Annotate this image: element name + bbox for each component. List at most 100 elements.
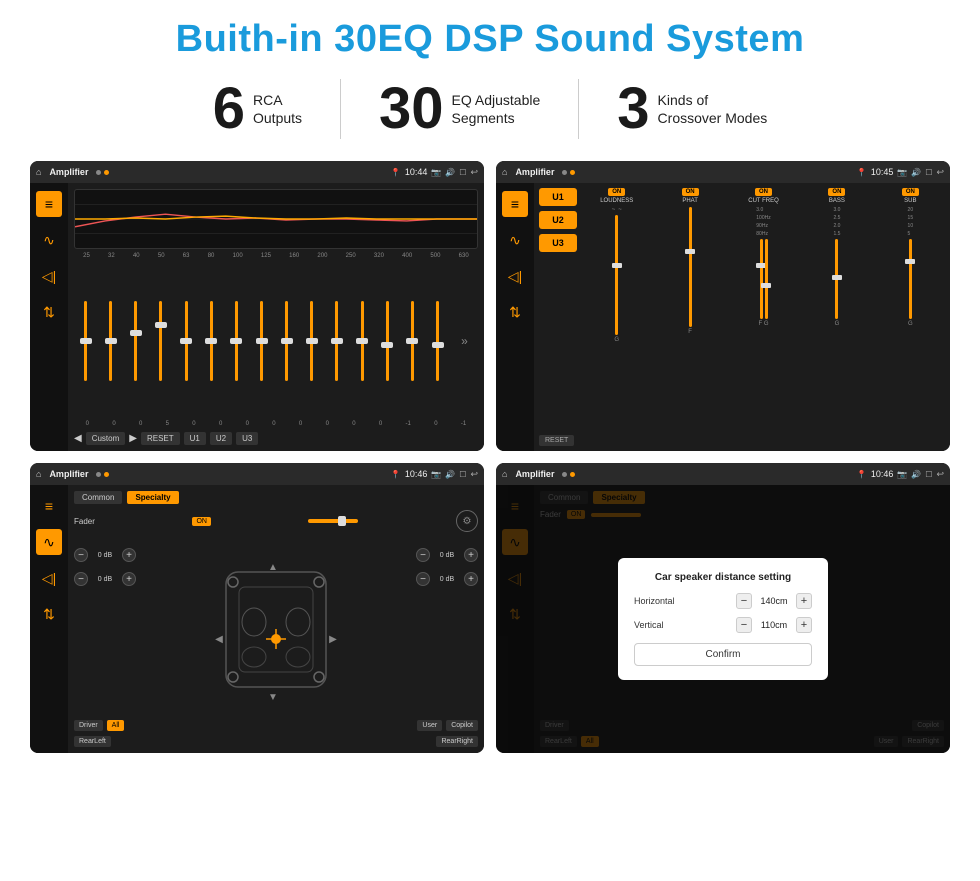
lf-plus-btn[interactable]: + xyxy=(122,548,136,562)
arrows-sidebar-icon-3[interactable]: ⇅ xyxy=(36,601,62,627)
topbar-dots-1 xyxy=(96,170,109,175)
topbar-time-2: 10:45 xyxy=(871,167,894,177)
rr-minus-btn[interactable]: − xyxy=(416,572,430,586)
vertical-minus-btn[interactable]: − xyxy=(736,617,752,633)
eq-reset-btn[interactable]: RESET xyxy=(141,432,180,445)
rr-plus-btn[interactable]: + xyxy=(464,572,478,586)
vertical-plus-btn[interactable]: + xyxy=(796,617,812,633)
sub-on-badge: ON xyxy=(902,188,919,196)
eq-prev-icon[interactable]: ◀ xyxy=(74,433,82,444)
eq-slider-5[interactable] xyxy=(210,301,213,381)
vol-sidebar-icon[interactable]: ◁| xyxy=(36,263,62,289)
fader-top-row: Fader ON ⚙ xyxy=(74,510,478,532)
screen1-content: ≡ ∿ ◁| ⇅ xyxy=(30,183,484,451)
topbar-right-2: 📍 10:45 📷 🔊 ☐ ↩ xyxy=(857,167,944,178)
vol-sidebar-icon-3[interactable]: ◁| xyxy=(36,565,62,591)
stat-label-eq: EQ AdjustableSegments xyxy=(452,91,541,127)
eq-sidebar-icon-2[interactable]: ≡ xyxy=(502,191,528,217)
return-icon-3: ↩ xyxy=(470,469,478,480)
phat-label: PHAT xyxy=(682,198,698,204)
volume-icon-4: 🔊 xyxy=(911,470,921,479)
crossover-reset-btn[interactable]: RESET xyxy=(539,435,574,446)
rearright-btn[interactable]: RearRight xyxy=(436,736,478,747)
stat-crossover: 3 Kinds ofCrossover Modes xyxy=(579,80,805,138)
channel-loudness: ON LOUDNESS ~~ G xyxy=(582,188,651,446)
lr-plus-btn[interactable]: + xyxy=(122,572,136,586)
eq-slider-0[interactable] xyxy=(84,301,87,381)
page-container: Buith-in 30EQ DSP Sound System 6 RCAOutp… xyxy=(0,0,980,763)
eq-slider-11[interactable] xyxy=(361,301,364,381)
icon-sidebar-1: ≡ ∿ ◁| ⇅ xyxy=(30,183,68,451)
stat-number-rca: 6 xyxy=(213,80,245,138)
eq-play-icon[interactable]: ▶ xyxy=(129,433,137,444)
topbar-right-4: 📍 10:46 📷 🔊 ☐ ↩ xyxy=(857,469,944,480)
eq-slider-4[interactable] xyxy=(185,301,188,381)
eq-u3-btn[interactable]: U3 xyxy=(236,432,258,445)
camera-icon-1: 📷 xyxy=(431,168,441,177)
u2-button[interactable]: U2 xyxy=(539,211,577,229)
eq-slider-9[interactable] xyxy=(310,301,313,381)
vertical-label: Vertical xyxy=(634,620,664,630)
wave-sidebar-icon-3[interactable]: ∿ xyxy=(36,529,62,555)
volume-icon-3: 🔊 xyxy=(445,470,455,479)
bass-label: BASS xyxy=(829,198,845,204)
loudness-label: LOUDNESS xyxy=(600,198,633,204)
screen-crossover: ⌂ Amplifier 📍 10:45 📷 🔊 ☐ ↩ ≡ xyxy=(496,161,950,451)
arrows-sidebar-icon-2[interactable]: ⇅ xyxy=(502,299,528,325)
lf-minus-btn[interactable]: − xyxy=(74,548,88,562)
distance-dialog: Car speaker distance setting Horizontal … xyxy=(618,558,828,680)
eq-slider-12[interactable] xyxy=(386,301,389,381)
rf-minus-btn[interactable]: − xyxy=(416,548,430,562)
eq-slider-6[interactable] xyxy=(235,301,238,381)
all-btn[interactable]: All xyxy=(107,720,125,731)
dialog-overlay: Car speaker distance setting Horizontal … xyxy=(496,485,950,753)
topbar-title-1: Amplifier xyxy=(49,167,88,177)
horizontal-plus-btn[interactable]: + xyxy=(796,593,812,609)
eq-more-icon: » xyxy=(461,334,468,348)
eq-u1-btn[interactable]: U1 xyxy=(184,432,206,445)
channel-bass: ON BASS 3.0 2.5 2.0 1.5 xyxy=(802,188,871,446)
wave-sidebar-icon-2[interactable]: ∿ xyxy=(502,227,528,253)
lr-vol-value: 0 dB xyxy=(91,576,119,583)
user-btn[interactable]: User xyxy=(417,720,442,731)
tab-common[interactable]: Common xyxy=(74,491,122,504)
copilot-btn[interactable]: Copilot xyxy=(446,720,478,731)
eq-custom-btn[interactable]: Custom xyxy=(86,432,126,445)
eq-slider-1[interactable] xyxy=(109,301,112,381)
eq-values-row: 000500000000-10-1 xyxy=(74,421,478,427)
eq-slider-14[interactable] xyxy=(436,301,439,381)
eq-slider-7[interactable] xyxy=(260,301,263,381)
eq-u2-btn[interactable]: U2 xyxy=(210,432,232,445)
sub-label: SUB xyxy=(904,198,916,204)
lr-minus-btn[interactable]: − xyxy=(74,572,88,586)
screen3-content: ≡ ∿ ◁| ⇅ Common Specialty Fader ON xyxy=(30,485,484,753)
eq-slider-8[interactable] xyxy=(285,301,288,381)
eq-sidebar-icon[interactable]: ≡ xyxy=(36,191,62,217)
rf-plus-btn[interactable]: + xyxy=(464,548,478,562)
eq-slider-13[interactable] xyxy=(411,301,414,381)
driver-btn[interactable]: Driver xyxy=(74,720,103,731)
eq-slider-3[interactable] xyxy=(159,301,162,381)
eq-sidebar-icon-3[interactable]: ≡ xyxy=(36,493,62,519)
stat-label-crossover: Kinds ofCrossover Modes xyxy=(658,91,768,127)
eq-slider-10[interactable] xyxy=(335,301,338,381)
confirm-button[interactable]: Confirm xyxy=(634,643,812,666)
topbar-time-3: 10:46 xyxy=(405,469,428,479)
fader-settings-icon[interactable]: ⚙ xyxy=(456,510,478,532)
rearleft-btn[interactable]: RearLeft xyxy=(74,736,111,747)
wave-sidebar-icon[interactable]: ∿ xyxy=(36,227,62,253)
topbar-4: ⌂ Amplifier 📍 10:46 📷 🔊 ☐ ↩ xyxy=(496,463,950,485)
return-icon-1: ↩ xyxy=(470,167,478,178)
cutfreq-label: CUT FREQ xyxy=(748,198,779,204)
eq-slider-2[interactable] xyxy=(134,301,137,381)
channel-cutfreq: ON CUT FREQ 3.0 100Hz 90Hz 80Hz xyxy=(729,188,798,446)
tab-specialty[interactable]: Specialty xyxy=(127,491,178,504)
vol-sidebar-icon-2[interactable]: ◁| xyxy=(502,263,528,289)
u1-button[interactable]: U1 xyxy=(539,188,577,206)
u3-button[interactable]: U3 xyxy=(539,234,577,252)
arrows-sidebar-icon[interactable]: ⇅ xyxy=(36,299,62,325)
topbar-dots-4 xyxy=(562,472,575,477)
horizontal-minus-btn[interactable]: − xyxy=(736,593,752,609)
topbar-dots-3 xyxy=(96,472,109,477)
channel-phat: ON PHAT F xyxy=(655,188,724,446)
